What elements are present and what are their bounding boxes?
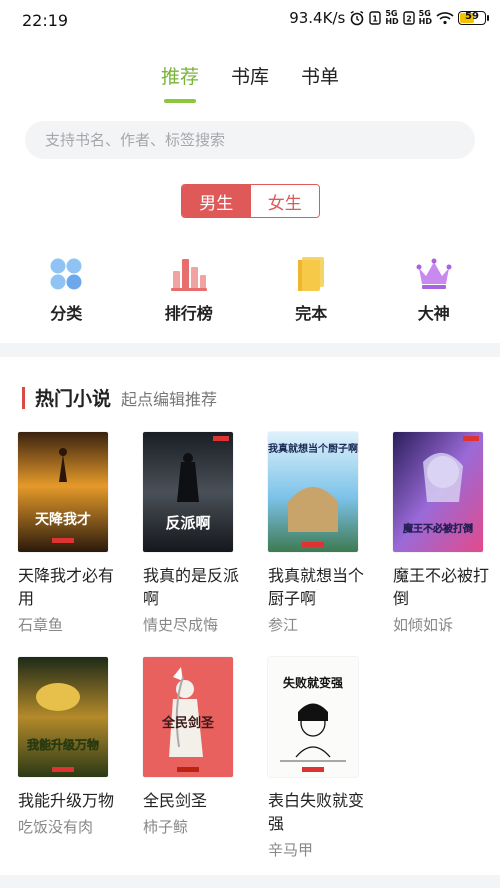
book-title: 我真就想当个厨子啊 xyxy=(268,566,365,608)
gender-female-button[interactable]: 女生 xyxy=(250,185,319,217)
sim1-icon: 1 xyxy=(369,11,382,25)
section-accent-bar xyxy=(22,386,25,409)
category-masters[interactable]: 大神 xyxy=(389,256,479,324)
battery-indicator: 59 xyxy=(458,11,489,25)
network-speed: 93.4K/s xyxy=(289,9,346,27)
tab-library-label: 书库 xyxy=(230,66,269,88)
book-card[interactable]: 魔王不必被打倒 魔王不必被打倒 如倾如诉 xyxy=(393,432,500,635)
status-time: 22:19 xyxy=(22,11,69,30)
book-title: 魔王不必被打倒 xyxy=(393,566,490,608)
cover-title: 我能升级万物 xyxy=(27,737,99,752)
section-title: 热门小说 xyxy=(35,388,112,410)
svg-text:2: 2 xyxy=(406,15,412,24)
book-card[interactable]: 全民剑圣 全民剑圣 柿子鲸 xyxy=(143,657,253,860)
book-title: 我真的是反派啊 xyxy=(143,566,240,608)
section-subtitle: 起点编辑推荐 xyxy=(121,389,218,409)
chart-bar-icon xyxy=(169,256,209,292)
cover-title: 我真就想当个厨子啊 xyxy=(268,442,358,455)
category-ranking-label: 排行榜 xyxy=(164,304,213,323)
book-cover: 魔王不必被打倒 xyxy=(393,432,483,552)
book-card[interactable]: 我真就想当个厨子啊 我真就想当个厨子啊 参江 xyxy=(268,432,378,635)
cover-title: 反派啊 xyxy=(165,514,210,532)
cover-title: 魔王不必被打倒 xyxy=(403,522,473,535)
book-cover: 失败就变强 xyxy=(268,657,358,777)
sim2-icon: 2 xyxy=(402,11,415,25)
gender-toggle: 男生 女生 xyxy=(181,184,320,218)
book-cover: 我真就想当个厨子啊 xyxy=(268,432,358,552)
book-card[interactable]: 我能升级万物 我能升级万物 吃饭没有肉 xyxy=(18,657,128,860)
book-author: 参江 xyxy=(268,616,299,634)
book-author: 石章鱼 xyxy=(18,616,64,634)
book-author: 如倾如诉 xyxy=(393,616,454,634)
top-tabs: 推荐 书库 书单 xyxy=(0,62,500,103)
cover-title: 失败就变强 xyxy=(283,675,343,690)
tab-library[interactable]: 书库 xyxy=(231,62,269,103)
category-ranking[interactable]: 排行榜 xyxy=(144,256,234,324)
crown-icon xyxy=(414,256,454,292)
tab-booklist[interactable]: 书单 xyxy=(301,62,339,103)
search-input[interactable] xyxy=(45,131,475,149)
gender-male-button[interactable]: 男生 xyxy=(182,185,251,217)
hot-novels-header: 热门小说 起点编辑推荐 xyxy=(22,384,217,411)
tab-booklist-label: 书单 xyxy=(301,66,340,88)
svg-text:1: 1 xyxy=(373,15,379,24)
bottom-divider xyxy=(0,875,500,888)
status-icons: 93.4K/s 1 5G HD 2 5G HD 59 xyxy=(289,9,489,27)
category-shortcuts: 分类 排行榜 完本 大神 xyxy=(0,256,500,324)
book-cover: 全民剑圣 xyxy=(143,657,233,777)
book-cover: 反派啊 xyxy=(143,432,233,552)
book-card[interactable]: 反派啊 我真的是反派啊 情史尽成悔 xyxy=(143,432,253,635)
sim1-5g-label: 5G HD xyxy=(385,9,399,26)
category-classify[interactable]: 分类 xyxy=(21,256,111,324)
book-author: 情史尽成悔 xyxy=(143,616,219,634)
book-title: 我能升级万物 xyxy=(18,791,115,810)
book-card[interactable]: 天降我才 天降我才必有用 石章鱼 xyxy=(18,432,128,635)
grid-icon xyxy=(46,256,86,292)
status-bar: 22:19 93.4K/s 1 5G HD 2 5G HD 59 xyxy=(0,0,500,42)
book-cover: 天降我才 xyxy=(18,432,108,552)
tab-active-indicator xyxy=(163,99,196,103)
category-finished-label: 完本 xyxy=(295,304,328,323)
alarm-icon xyxy=(349,10,365,26)
book-grid: 天降我才 天降我才必有用 石章鱼 反派啊 我真的是反派啊 情史尽成悔 我真就想当… xyxy=(18,432,489,860)
wifi-icon xyxy=(436,11,454,25)
category-finished[interactable]: 完本 xyxy=(266,256,356,324)
book-icon xyxy=(291,256,331,292)
cover-title: 天降我才 xyxy=(35,511,91,528)
tab-recommend-label: 推荐 xyxy=(160,66,199,88)
section-divider xyxy=(0,343,500,357)
book-cover: 我能升级万物 xyxy=(18,657,108,777)
sim2-5g-label: 5G HD xyxy=(418,9,432,26)
category-masters-label: 大神 xyxy=(417,304,450,323)
book-title: 表白失败就变强 xyxy=(268,791,365,833)
tab-recommend[interactable]: 推荐 xyxy=(161,62,199,103)
search-bar[interactable] xyxy=(25,121,475,159)
book-title: 全民剑圣 xyxy=(143,791,208,810)
book-card[interactable]: 失败就变强 表白失败就变强 辛马甲 xyxy=(268,657,378,860)
book-author: 吃饭没有肉 xyxy=(18,818,94,836)
cover-title: 全民剑圣 xyxy=(161,715,215,731)
book-author: 柿子鲸 xyxy=(143,818,189,836)
book-author: 辛马甲 xyxy=(268,841,314,859)
book-title: 天降我才必有用 xyxy=(18,566,115,608)
category-classify-label: 分类 xyxy=(50,304,83,323)
